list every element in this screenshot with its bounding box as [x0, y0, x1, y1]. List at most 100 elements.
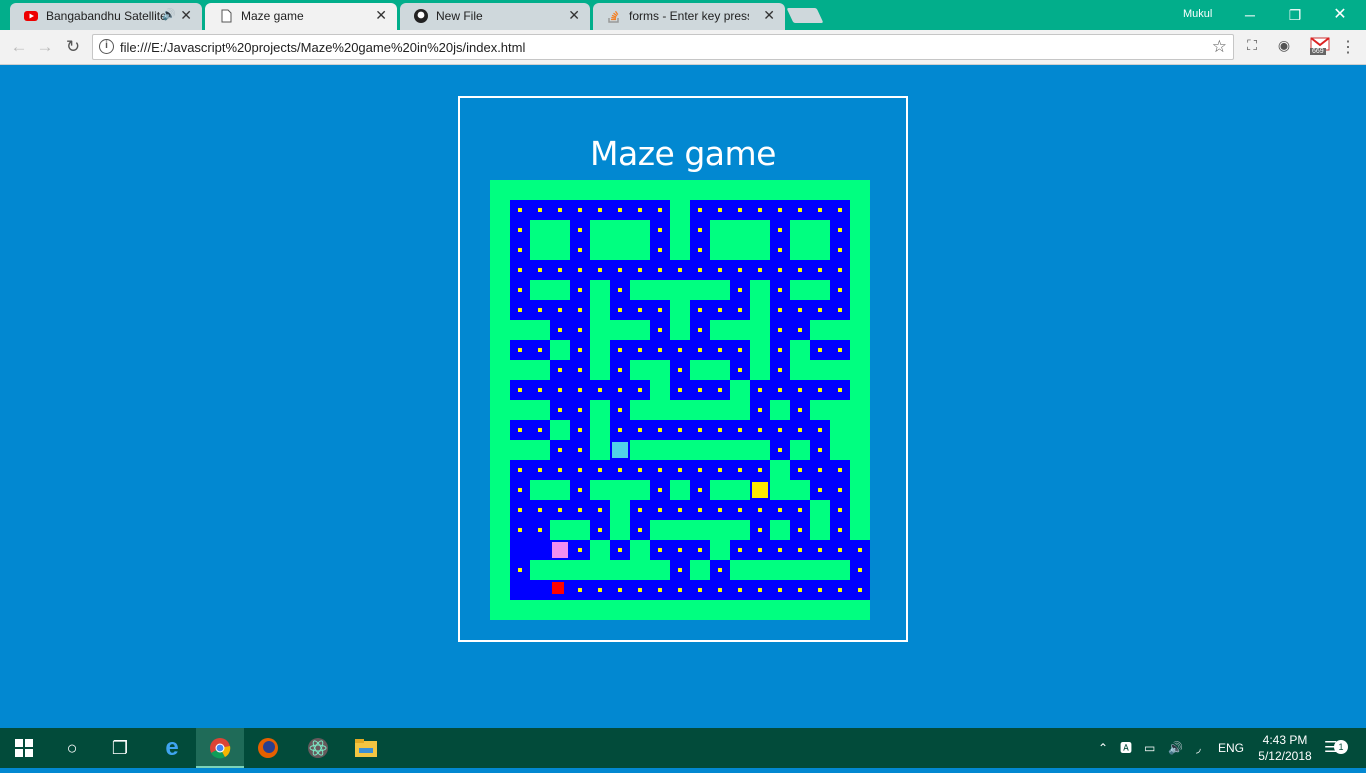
clock[interactable]: 4:43 PM 5/12/2018 [1250, 732, 1320, 764]
pellet [818, 488, 822, 492]
pellet [678, 508, 682, 512]
pellet [738, 428, 742, 432]
pellet [518, 288, 522, 292]
address-bar[interactable]: i file:///E:/Javascript%20projects/Maze%… [92, 34, 1234, 60]
pellet [778, 428, 782, 432]
tab-stackoverflow[interactable]: forms - Enter key press e ✕ [593, 3, 785, 30]
pellet [738, 368, 742, 372]
task-view-icon[interactable]: ❐ [96, 728, 144, 768]
pellet [678, 348, 682, 352]
page-icon [221, 9, 232, 23]
pellet [578, 508, 582, 512]
cortana-icon[interactable]: ○ [48, 728, 96, 768]
pellet [718, 308, 722, 312]
pellet [858, 588, 862, 592]
pellet [658, 548, 662, 552]
pellet [838, 308, 842, 312]
pellet [518, 388, 522, 392]
pellet [638, 388, 642, 392]
action-center-icon[interactable]: ☰ 1 [1324, 728, 1348, 768]
pellet [638, 348, 642, 352]
pellet [778, 248, 782, 252]
close-tab-icon[interactable]: ✕ [763, 7, 775, 24]
pellet [718, 388, 722, 392]
pellet [538, 308, 542, 312]
language-indicator[interactable]: ENG [1218, 728, 1244, 768]
pellet [678, 588, 682, 592]
bookmark-star-icon[interactable]: ☆ [1212, 37, 1227, 57]
profile-name[interactable]: Mukul [1183, 8, 1212, 20]
pellet [518, 568, 522, 572]
pellet [618, 588, 622, 592]
close-tab-icon[interactable]: ✕ [375, 7, 387, 24]
pellet [698, 588, 702, 592]
pellet [698, 328, 702, 332]
pellet [678, 428, 682, 432]
pellet [698, 248, 702, 252]
firefox-icon[interactable] [244, 728, 292, 768]
pellet [658, 508, 662, 512]
pellet [778, 208, 782, 212]
volume-icon[interactable]: 🔊 [1168, 728, 1183, 768]
pellet [778, 508, 782, 512]
menu-kebab-icon[interactable]: ⋮ [1338, 37, 1358, 57]
pellet [538, 208, 542, 212]
reload-icon[interactable]: ↻ [62, 36, 84, 58]
pellet [558, 508, 562, 512]
pellet [538, 268, 542, 272]
edge-icon[interactable]: e [148, 728, 196, 768]
pellet [618, 368, 622, 372]
pellet [698, 428, 702, 432]
new-tab-button[interactable] [786, 8, 824, 23]
chrome-icon[interactable] [196, 728, 244, 768]
pellet [758, 208, 762, 212]
maze-floor-cell [530, 540, 550, 560]
pellet [698, 468, 702, 472]
pellet [678, 568, 682, 572]
close-tab-icon[interactable]: ✕ [180, 7, 192, 24]
windows-start-icon[interactable] [0, 728, 48, 768]
speaker-icon[interactable]: 🔊 [162, 8, 176, 21]
pellet [778, 448, 782, 452]
atom-icon[interactable] [294, 728, 342, 768]
pellet [678, 468, 682, 472]
pellet [518, 308, 522, 312]
extension-eye-icon[interactable]: ◉ [1274, 37, 1294, 57]
pellet [558, 468, 562, 472]
pellet [618, 308, 622, 312]
minimize-icon[interactable]: ─ [1230, 4, 1270, 26]
info-icon[interactable]: i [99, 39, 114, 54]
battery-icon[interactable]: ▭ [1144, 728, 1155, 768]
show-hidden-icons-icon[interactable]: ⌃ [1098, 728, 1108, 768]
ghost-cyan [612, 442, 628, 458]
pellet [678, 268, 682, 272]
url-text[interactable]: file:///E:/Javascript%20projects/Maze%20… [120, 40, 525, 55]
youtube-icon [24, 11, 38, 21]
tab-youtube[interactable]: Bangabandhu Satellite 🔊 ✕ [10, 3, 202, 30]
maze-board[interactable] [490, 180, 870, 620]
antivirus-icon[interactable]: 🅰 [1120, 728, 1132, 768]
tab-title: forms - Enter key press e [629, 9, 749, 23]
forward-arrow-icon[interactable]: → [34, 36, 56, 58]
maze-floor-cell [510, 580, 530, 600]
file-explorer-icon[interactable] [342, 728, 390, 768]
pellet [858, 568, 862, 572]
pellet [538, 428, 542, 432]
close-tab-icon[interactable]: ✕ [568, 7, 580, 24]
cast-icon[interactable]: ⛶ [1242, 37, 1262, 57]
pellet [698, 488, 702, 492]
restore-icon[interactable]: ❐ [1275, 4, 1315, 26]
pellet [738, 548, 742, 552]
pellet [778, 328, 782, 332]
pellet [578, 328, 582, 332]
pellet [738, 208, 742, 212]
browser-toolbar: ← → ↻ i file:///E:/Javascript%20projects… [0, 30, 1366, 65]
tab-github[interactable]: New File ✕ [400, 3, 590, 30]
tab-maze-game[interactable]: Maze game ✕ [205, 3, 397, 30]
back-arrow-icon[interactable]: ← [8, 36, 30, 58]
gmail-icon[interactable]: 669 [1306, 37, 1334, 57]
clock-time: 4:43 PM [1262, 733, 1308, 747]
close-window-icon[interactable]: ✕ [1320, 4, 1360, 26]
pellet [798, 268, 802, 272]
wifi-icon[interactable]: ◞ [1196, 728, 1201, 768]
